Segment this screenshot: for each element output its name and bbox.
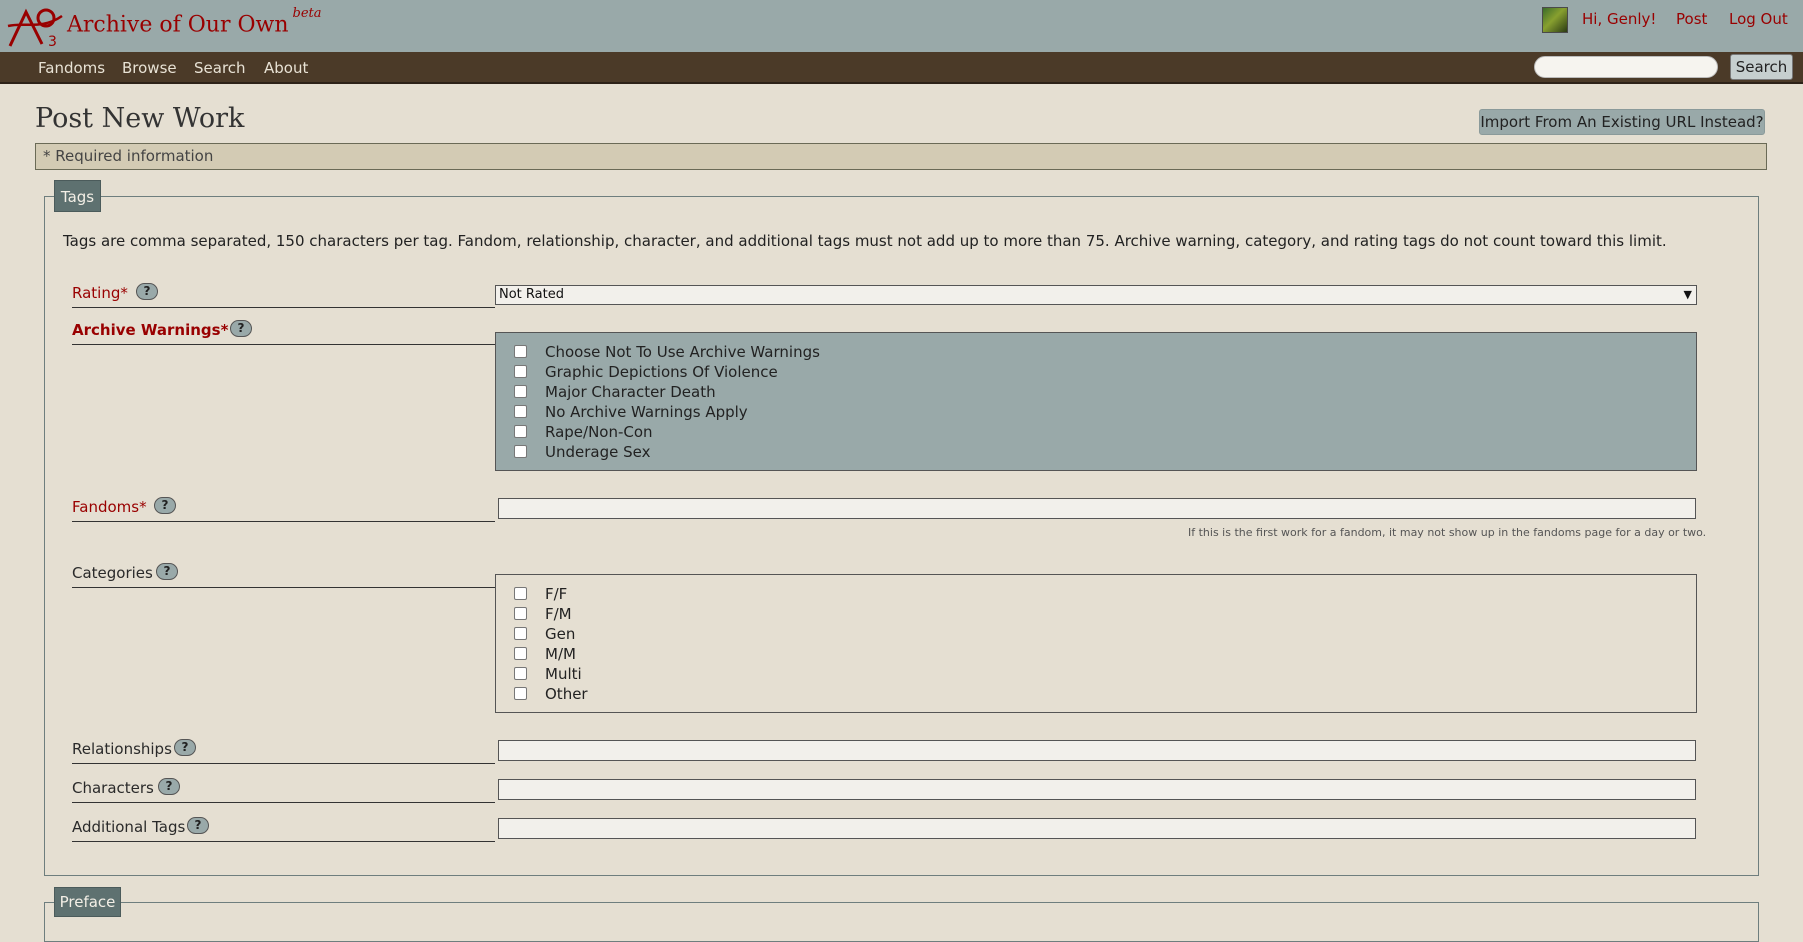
warning-option-label: No Archive Warnings Apply	[545, 403, 748, 421]
warnings-help-icon[interactable]: ?	[230, 320, 252, 337]
rating-label-row: Rating* ?	[72, 278, 495, 308]
additional-tags-input[interactable]	[498, 818, 1696, 839]
warnings-checkbox-group: Choose Not To Use Archive Warnings Graph…	[495, 332, 1697, 471]
checkbox[interactable]	[514, 445, 527, 458]
nav-about[interactable]: About	[264, 59, 308, 77]
warning-option-label: Rape/Non-Con	[545, 423, 653, 441]
preface-fieldset	[44, 902, 1759, 942]
checkbox[interactable]	[514, 385, 527, 398]
rating-select[interactable]: Not Rated ▼	[495, 285, 1697, 305]
additional-tags-help-icon[interactable]: ?	[187, 817, 209, 834]
chevron-down-icon: ▼	[1683, 288, 1692, 301]
relationships-label-row: Relationships ?	[72, 734, 495, 764]
site-header: 3 Archive of Our Own beta Hi, Genly! Post…	[0, 0, 1803, 52]
checkbox[interactable]	[514, 405, 527, 418]
category-option-label: Gen	[545, 625, 576, 643]
fandoms-hint: If this is the first work for a fandom, …	[1188, 526, 1707, 539]
nav-browse[interactable]: Browse	[122, 59, 177, 77]
characters-help-icon[interactable]: ?	[158, 778, 180, 795]
rating-label: Rating*	[72, 284, 128, 302]
warnings-label-row: Archive Warnings* ?	[72, 315, 495, 345]
checkbox[interactable]	[514, 365, 527, 378]
greeting-link[interactable]: Hi, Genly!	[1582, 10, 1656, 28]
characters-label-row: Characters ?	[72, 773, 495, 803]
category-option-label: M/M	[545, 645, 576, 663]
fandoms-label: Fandoms*	[72, 498, 147, 516]
relationships-input[interactable]	[498, 740, 1696, 761]
primary-nav: Fandoms Browse Search About	[0, 52, 1803, 84]
site-title-text[interactable]: Archive of Our Own	[67, 12, 289, 37]
fandoms-help-icon[interactable]: ?	[154, 497, 176, 514]
fandoms-label-row: Fandoms* ?	[72, 492, 495, 522]
nav-fandoms[interactable]: Fandoms	[38, 59, 105, 77]
rating-help-icon[interactable]: ?	[136, 283, 158, 300]
warning-option-label: Underage Sex	[545, 443, 651, 461]
characters-label: Characters	[72, 779, 154, 797]
tags-intro: Tags are comma separated, 150 characters…	[63, 232, 1667, 250]
tags-legend: Tags	[54, 180, 101, 212]
characters-input[interactable]	[498, 779, 1696, 800]
categories-checkbox-group: F/F F/M Gen M/M Multi Other	[495, 574, 1697, 713]
logout-link[interactable]: Log Out	[1729, 10, 1788, 28]
beta-badge: beta	[292, 6, 322, 21]
warning-option-label: Graphic Depictions Of Violence	[545, 363, 778, 381]
site-search-button[interactable]: Search	[1730, 54, 1793, 80]
site-title[interactable]: Archive of Our Own beta	[67, 6, 322, 37]
additional-tags-label-row: Additional Tags ?	[72, 812, 495, 842]
post-link[interactable]: Post	[1676, 10, 1707, 28]
relationships-help-icon[interactable]: ?	[174, 739, 196, 756]
categories-help-icon[interactable]: ?	[156, 563, 178, 580]
relationships-label: Relationships	[72, 740, 172, 758]
checkbox[interactable]	[514, 587, 527, 600]
categories-label: Categories	[72, 564, 153, 582]
page-title: Post New Work	[35, 103, 245, 134]
rating-selected-value: Not Rated	[499, 287, 564, 302]
site-search-input[interactable]	[1534, 56, 1718, 78]
categories-label-row: Categories ?	[72, 558, 495, 588]
ao3-logo-icon[interactable]: 3	[6, 4, 66, 48]
category-option-label: Other	[545, 685, 588, 703]
fandoms-input[interactable]	[498, 498, 1696, 519]
nav-search[interactable]: Search	[194, 59, 246, 77]
category-option-label: Multi	[545, 665, 582, 683]
svg-text:3: 3	[48, 34, 57, 48]
checkbox[interactable]	[514, 647, 527, 660]
checkbox[interactable]	[514, 627, 527, 640]
checkbox[interactable]	[514, 687, 527, 700]
required-note: * Required information	[35, 143, 1767, 170]
warning-option-label: Major Character Death	[545, 383, 716, 401]
preface-legend: Preface	[54, 887, 121, 917]
warning-option-label: Choose Not To Use Archive Warnings	[545, 343, 820, 361]
category-option-label: F/M	[545, 605, 572, 623]
category-option-label: F/F	[545, 585, 568, 603]
checkbox[interactable]	[514, 607, 527, 620]
checkbox[interactable]	[514, 667, 527, 680]
user-avatar[interactable]	[1542, 7, 1568, 33]
import-url-button[interactable]: Import From An Existing URL Instead?	[1479, 109, 1765, 135]
checkbox[interactable]	[514, 425, 527, 438]
warnings-label: Archive Warnings*	[72, 321, 229, 339]
additional-tags-label: Additional Tags	[72, 818, 186, 836]
checkbox[interactable]	[514, 345, 527, 358]
